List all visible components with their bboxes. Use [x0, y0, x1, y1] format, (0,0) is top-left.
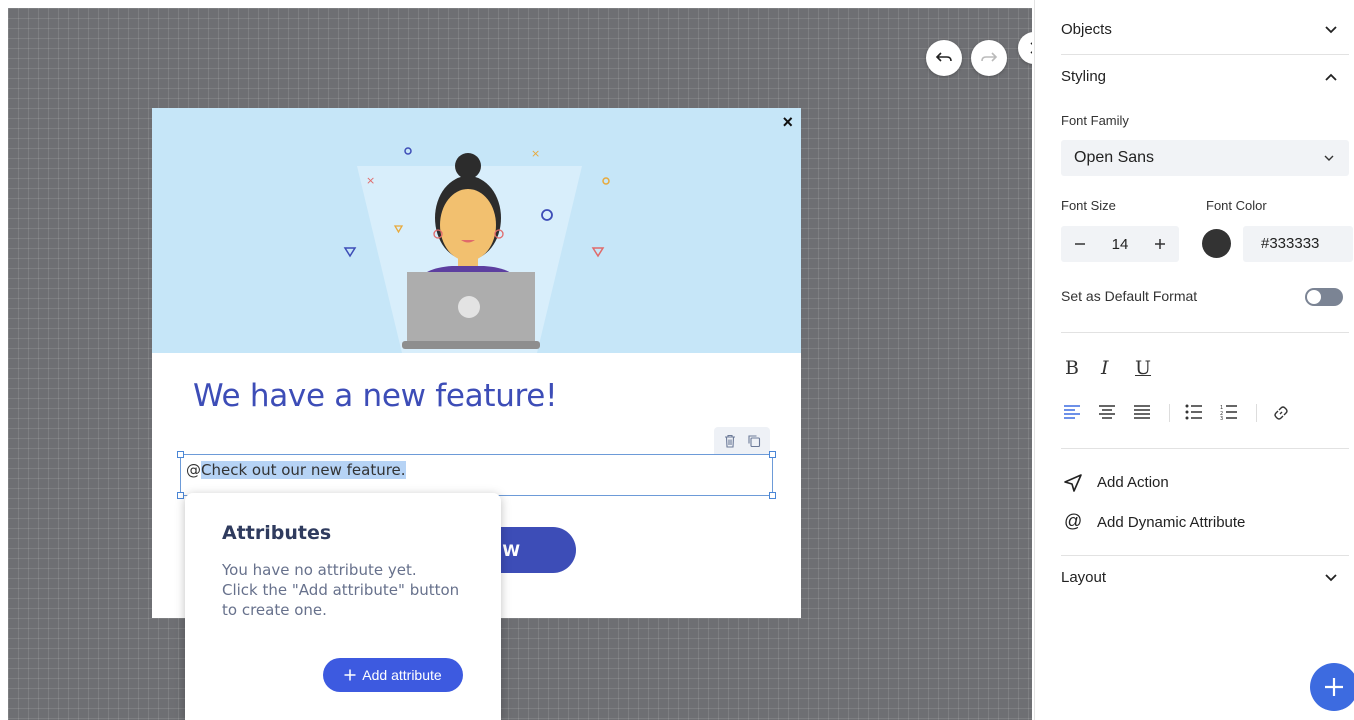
resize-handle[interactable]: [769, 451, 776, 458]
font-family-select[interactable]: Open Sans: [1061, 140, 1349, 176]
trash-icon[interactable]: [723, 434, 737, 448]
resize-handle[interactable]: [177, 451, 184, 458]
bulleted-list-icon[interactable]: [1185, 404, 1203, 420]
italic-button[interactable]: I: [1101, 357, 1109, 379]
divider: [1061, 555, 1349, 556]
add-attribute-button[interactable]: Add attribute: [323, 658, 463, 692]
left-margin: [0, 0, 8, 720]
link-icon[interactable]: [1273, 405, 1289, 421]
add-attribute-label: Add attribute: [362, 667, 442, 683]
popup-headline[interactable]: We have a new feature!: [193, 378, 558, 414]
attributes-dropdown: Attributes You have no attribute yet. Cl…: [185, 493, 501, 720]
send-action-icon[interactable]: [1063, 473, 1083, 493]
add-element-fab[interactable]: [1310, 663, 1354, 711]
popup-close-button[interactable]: ×: [782, 112, 793, 133]
duplicate-icon[interactable]: [747, 434, 761, 448]
divider: [1061, 332, 1349, 333]
objects-section-title[interactable]: Objects: [1061, 21, 1112, 38]
cta-button-label: W: [502, 540, 520, 560]
font-size-stepper[interactable]: 14: [1061, 226, 1179, 262]
top-margin: [0, 0, 1034, 8]
align-left-icon[interactable]: [1063, 405, 1081, 419]
illustration-svg: × ×: [343, 147, 610, 353]
font-color-swatch[interactable]: [1202, 229, 1231, 258]
chevron-down-icon[interactable]: [1324, 23, 1338, 37]
layout-section-title[interactable]: Layout: [1061, 569, 1106, 586]
attributes-empty-line-3: to create one.: [222, 601, 327, 619]
add-action-link[interactable]: Add Action: [1097, 474, 1169, 491]
plus-icon: [344, 669, 356, 681]
chevron-right-icon: [1030, 42, 1032, 54]
resize-handle[interactable]: [177, 492, 184, 499]
svg-text:×: ×: [531, 147, 540, 160]
minus-icon[interactable]: [1074, 238, 1086, 250]
attributes-empty-line-1: You have no attribute yet.: [222, 561, 417, 579]
align-justify-icon[interactable]: [1133, 405, 1151, 419]
at-sign-icon[interactable]: @: [1064, 511, 1082, 532]
resize-handle[interactable]: [769, 492, 776, 499]
font-size-value[interactable]: 14: [1112, 236, 1129, 253]
font-size-label: Font Size: [1061, 198, 1116, 213]
font-color-input[interactable]: #333333: [1243, 226, 1353, 262]
svg-text:3: 3: [1220, 416, 1223, 420]
selected-text: Check out our new feature.: [201, 461, 406, 479]
add-dynamic-attribute-link[interactable]: Add Dynamic Attribute: [1097, 514, 1245, 531]
underline-button[interactable]: U: [1135, 357, 1151, 379]
toolbar-separator: [1256, 404, 1257, 422]
settings-panel: Objects Styling Font Family Open Sans Fo…: [1034, 0, 1354, 720]
redo-button[interactable]: [971, 40, 1007, 76]
at-prefix: @: [186, 461, 201, 479]
divider: [1061, 448, 1349, 449]
default-format-label: Set as Default Format: [1061, 288, 1198, 304]
chevron-down-icon: [1324, 155, 1334, 161]
plus-icon[interactable]: [1154, 238, 1166, 250]
hero-illustration: × × ×: [152, 108, 801, 353]
font-family-value: Open Sans: [1074, 149, 1155, 166]
styling-section-title[interactable]: Styling: [1061, 68, 1106, 85]
toolbar-separator: [1169, 404, 1170, 422]
chevron-up-icon[interactable]: [1324, 70, 1338, 84]
collapse-panel-button[interactable]: [1018, 32, 1032, 64]
chevron-down-icon[interactable]: [1324, 571, 1338, 585]
numbered-list-icon[interactable]: 123: [1220, 404, 1238, 420]
svg-text:×: ×: [366, 174, 375, 187]
align-center-icon[interactable]: [1098, 405, 1116, 419]
font-color-value: #333333: [1261, 235, 1320, 252]
bold-button[interactable]: B: [1065, 357, 1079, 379]
attributes-title: Attributes: [222, 522, 332, 544]
default-format-toggle[interactable]: [1305, 288, 1343, 306]
font-color-label: Font Color: [1206, 198, 1267, 213]
plus-icon: [1325, 678, 1343, 696]
text-element-selected[interactable]: @Check out our new feature.: [177, 451, 776, 499]
undo-icon: [935, 52, 952, 62]
element-toolbar: [714, 427, 770, 454]
undo-button[interactable]: [926, 40, 962, 76]
attributes-empty-line-2: Click the "Add attribute" button: [222, 581, 460, 599]
font-family-label: Font Family: [1061, 113, 1129, 128]
redo-icon: [981, 52, 998, 62]
divider: [1061, 54, 1349, 55]
text-element-content[interactable]: @Check out our new feature.: [186, 461, 406, 479]
